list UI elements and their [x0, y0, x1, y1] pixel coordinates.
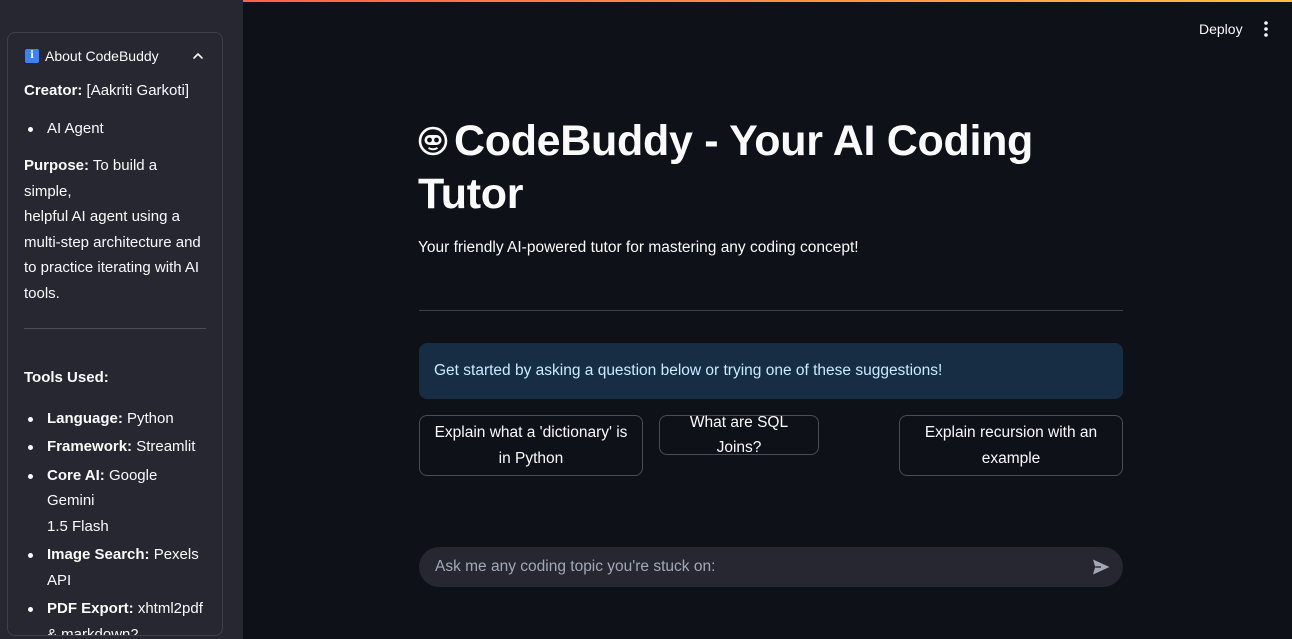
divider: [419, 310, 1123, 311]
info-icon: i: [25, 49, 39, 63]
tool-value: & markdown2: [47, 625, 139, 636]
purpose-text: helpful AI agent using a: [24, 208, 180, 225]
suggestion-label: in Python: [498, 449, 564, 467]
title-line-1: CodeBuddy - Your AI Coding: [454, 117, 1034, 165]
about-expander: i About CodeBuddy Creator: [Aakriti Gark…: [7, 32, 223, 636]
about-expander-body: Creator: [Aakriti Garkoti] AI Agent Purp…: [8, 78, 222, 636]
tool-value: xhtml2pdf: [133, 600, 203, 617]
list-item: Core AI: Google Gemini 1.5 Flash: [24, 463, 206, 540]
creator-value: [Aakriti Garkoti]: [86, 82, 190, 99]
expander-title-text: About CodeBuddy: [45, 48, 159, 64]
divider: [24, 328, 206, 329]
purpose-paragraph: Purpose: To build a simple, helpful AI a…: [24, 153, 206, 306]
expander-title: i About CodeBuddy: [25, 48, 159, 64]
list-item: Framework: Streamlit: [24, 434, 206, 460]
chat-input-container: [419, 547, 1123, 587]
about-expander-header[interactable]: i About CodeBuddy: [8, 33, 222, 79]
robot-icon: [418, 126, 448, 156]
tool-value: 1.5 Flash: [47, 517, 109, 535]
purpose-label: Purpose:: [24, 157, 90, 174]
tool-label: Language:: [47, 409, 123, 427]
suggestion-label: Explain what a 'dictionary' is: [434, 424, 628, 441]
chevron-up-icon[interactable]: [192, 50, 204, 62]
info-alert: Get started by asking a question below o…: [419, 343, 1123, 399]
tool-label: Framework:: [47, 438, 133, 455]
list-item: Language: Python: [24, 406, 206, 432]
title-line-2: Tutor: [418, 170, 524, 218]
tools-heading: Tools Used:: [24, 365, 206, 391]
send-icon[interactable]: [1091, 557, 1111, 577]
tool-value: Pexels: [149, 546, 199, 563]
creator-line: Creator: [Aakriti Garkoti]: [24, 78, 206, 104]
tool-label: PDF Export:: [47, 600, 134, 617]
purpose-text: multi-step architecture and: [24, 233, 201, 251]
purpose-text: tools.: [24, 284, 60, 302]
suggestion-button-dictionary[interactable]: Explain what a 'dictionary' is in Python: [419, 415, 643, 476]
tools-heading-text: Tools Used:: [24, 369, 109, 386]
creator-list: AI Agent: [24, 116, 206, 142]
deploy-button[interactable]: Deploy: [1188, 16, 1254, 42]
suggestion-button-recursion[interactable]: Explain recursion with an example: [899, 415, 1123, 476]
tool-value: Streamlit: [132, 438, 196, 455]
list-item: Image Search: Pexels API: [24, 542, 206, 593]
list-item: AI Agent: [24, 116, 206, 142]
tool-value: Python: [122, 409, 174, 427]
suggestion-label: Explain recursion with an: [924, 424, 1098, 441]
page-title: CodeBuddy - Your AI Coding Tutor: [418, 115, 1123, 221]
tool-label: Core AI:: [47, 466, 105, 484]
tool-label: Image Search:: [47, 546, 150, 563]
tool-value: API: [47, 571, 72, 589]
creator-label: Creator:: [24, 82, 83, 99]
suggestion-label: example: [981, 449, 1041, 467]
tools-list: Language: Python Framework: Streamlit Co…: [24, 406, 206, 636]
suggestion-label: What are SQL Joins?: [689, 413, 789, 457]
chat-input[interactable]: [435, 558, 1065, 576]
suggestion-button-sql-joins[interactable]: What are SQL Joins?: [659, 414, 819, 456]
page-subtitle: Your friendly AI-powered tutor for maste…: [418, 239, 859, 256]
list-item: PDF Export: xhtml2pdf & markdown2: [24, 596, 206, 636]
purpose-text: to practice iterating with AI: [24, 259, 200, 276]
sidebar: i About CodeBuddy Creator: [Aakriti Gark…: [0, 0, 243, 639]
more-vertical-icon[interactable]: [1258, 19, 1274, 39]
